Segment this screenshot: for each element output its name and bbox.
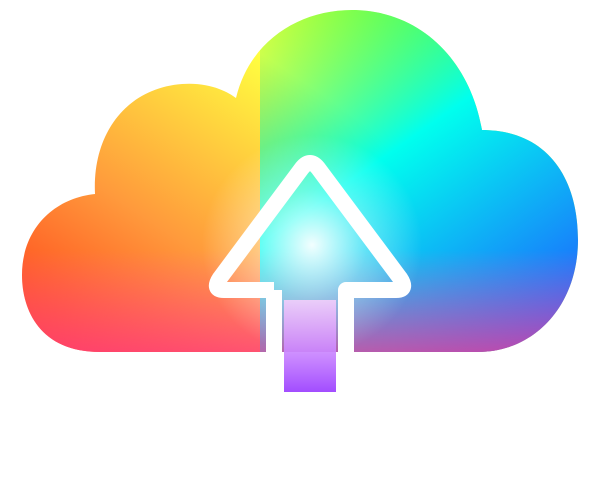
arrow-stem: [284, 300, 336, 392]
upload-files-label: UPLOAD FILES: [31, 415, 569, 489]
upload-files-panel[interactable]: UPLOAD FILES: [0, 0, 600, 500]
cloud-upload-icon[interactable]: [0, 0, 600, 400]
